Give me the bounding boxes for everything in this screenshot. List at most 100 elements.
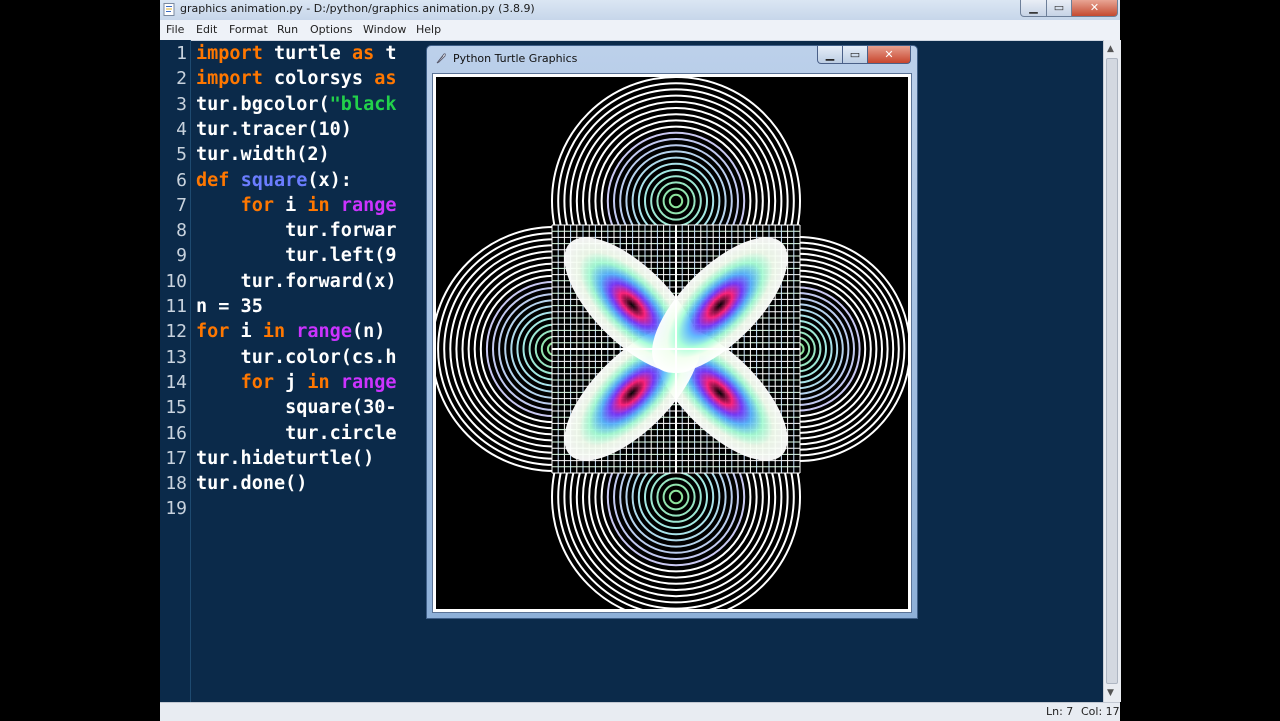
turtle-maximize-button[interactable]: ▭ <box>842 46 868 64</box>
menu-options[interactable]: Options <box>310 23 352 36</box>
code-token: turtle <box>262 43 352 64</box>
idle-close-button[interactable]: ✕ <box>1071 0 1118 17</box>
line-number: 9 <box>176 245 187 267</box>
lobe-ring <box>644 169 708 233</box>
code-line: tur.width(2) <box>196 142 330 167</box>
idle-title-text: graphics animation.py - D:/python/graphi… <box>180 2 535 15</box>
line-number: 18 <box>165 473 187 495</box>
vertical-scrollbar[interactable]: ▲ ▼ <box>1103 40 1121 702</box>
code-line: for j in range <box>196 370 397 395</box>
idle-minimize-button[interactable]: ▁ <box>1020 0 1047 17</box>
code-token: (x): <box>307 169 352 191</box>
code-line: tur.forward(x) <box>196 269 397 294</box>
line-number: 3 <box>176 93 187 115</box>
feather-icon <box>436 53 446 64</box>
lobe-ring <box>650 175 702 227</box>
code-token: import <box>196 68 263 90</box>
code-line: import colorsys as <box>196 66 397 91</box>
turtle-graphics-window: Python Turtle Graphics ▁ ▭ ✕ <box>426 45 918 619</box>
idle-maximize-button[interactable]: ▭ <box>1046 0 1072 17</box>
status-line: Ln: 7 <box>1046 705 1074 718</box>
code-token: tur.hideturtle() <box>196 447 375 469</box>
line-number: 15 <box>165 397 187 419</box>
code-token: colorsys <box>262 68 375 90</box>
code-token: as <box>351 43 375 64</box>
menu-bar: File Edit Format Run Options Window Help <box>160 20 1120 41</box>
line-number: 17 <box>165 447 187 469</box>
code-line: tur.tracer(10) <box>196 117 352 142</box>
turtle-canvas-frame <box>432 73 912 613</box>
code-token: (n) <box>351 321 386 343</box>
code-line: square(30- <box>196 395 396 420</box>
lobe-ring <box>650 471 702 523</box>
code-line: tur.bgcolor("black <box>196 92 396 117</box>
code-token: in <box>262 321 286 343</box>
turtle-close-button[interactable]: ✕ <box>867 46 911 64</box>
code-token: range <box>340 194 397 216</box>
minimize-icon: ▁ <box>1029 1 1038 14</box>
lobe-ring <box>644 465 708 529</box>
code-line: for i in range(n) <box>196 319 385 344</box>
menu-format[interactable]: Format <box>229 23 268 36</box>
line-number: 7 <box>176 194 187 216</box>
code-token: for <box>196 321 230 343</box>
code-token: tur.forwar <box>196 220 397 242</box>
line-number: 5 <box>176 144 187 166</box>
line-number: 12 <box>165 321 187 343</box>
idle-title-bar[interactable]: graphics animation.py - D:/python/graphi… <box>160 0 1120 21</box>
menu-edit[interactable]: Edit <box>196 23 217 36</box>
code-token: in <box>307 194 330 216</box>
lobe-ring <box>662 483 690 511</box>
code-line: tur.color(cs.h <box>196 345 397 370</box>
status-column: Col: 17 <box>1081 705 1120 718</box>
lobe-ring <box>662 187 690 215</box>
menu-file[interactable]: File <box>166 23 184 36</box>
code-token: tur.forward(x) <box>196 270 397 292</box>
code-line: tur.circle <box>196 421 396 446</box>
close-icon: ✕ <box>884 48 894 61</box>
code-line: def square(x): <box>196 168 352 193</box>
code-token: def <box>196 169 230 191</box>
code-line: tur.left(9 <box>196 243 396 268</box>
line-number: 6 <box>176 169 187 191</box>
code-token: square(30- <box>196 397 397 419</box>
line-number: 19 <box>165 498 187 520</box>
code-line: tur.done() <box>196 471 307 496</box>
code-token: tur.left(9 <box>196 245 397 267</box>
turtle-canvas <box>436 77 908 609</box>
menu-window[interactable]: Window <box>363 23 406 36</box>
line-number: 10 <box>165 270 187 292</box>
code-token: "black <box>329 93 397 115</box>
lobe-ring <box>668 193 684 209</box>
turtle-minimize-button[interactable]: ▁ <box>817 46 843 64</box>
python-file-icon <box>163 3 175 16</box>
code-token: tur.tracer(10) <box>196 118 352 140</box>
code-token: range <box>340 371 397 393</box>
line-number: 16 <box>165 422 187 444</box>
minimize-icon: ▁ <box>825 48 835 61</box>
line-number-gutter: 1 2 3 4 5 6 7 8 9 10 11 12 13 14 15 16 17 18 19 <box>160 40 191 702</box>
code-token: as <box>374 68 397 90</box>
line-number: 1 <box>176 43 187 64</box>
code-token: i <box>229 321 263 343</box>
menu-help[interactable]: Help <box>416 23 441 36</box>
scrollbar-thumb[interactable] <box>1106 58 1118 684</box>
code-line: tur.forwar <box>196 218 396 243</box>
status-bar: Ln: 7 Col: 17 <box>160 702 1120 721</box>
code-token: tur.bgcolor( <box>196 93 330 115</box>
restore-icon: ▭ <box>1053 1 1065 14</box>
code-line: import turtle as t <box>196 41 397 66</box>
butterfly-petals <box>552 225 800 473</box>
line-number: 14 <box>165 371 187 393</box>
scroll-down-icon[interactable]: ▼ <box>1107 688 1114 698</box>
code-token: tur.color(cs.h <box>196 346 397 368</box>
line-number: 11 <box>165 296 187 317</box>
scroll-up-icon[interactable]: ▲ <box>1107 44 1114 54</box>
code-token: n = 35 <box>196 296 263 317</box>
line-number: 8 <box>176 220 187 242</box>
menu-run[interactable]: Run <box>277 23 298 36</box>
lobe-ring <box>668 489 684 505</box>
